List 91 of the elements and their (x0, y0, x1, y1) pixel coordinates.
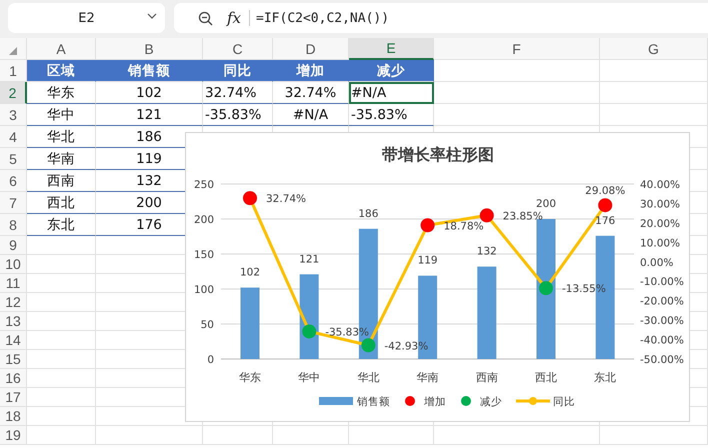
table-cell: 西北 (27, 192, 96, 214)
data-label: 23.85% (502, 210, 543, 222)
select-all-icon[interactable] (9, 47, 17, 55)
row-header[interactable]: 17 (0, 388, 27, 407)
row-header[interactable]: 3 (0, 104, 27, 126)
category-label: 华南 (416, 371, 439, 384)
row-header[interactable]: 6 (0, 170, 27, 192)
formula-text[interactable]: =IF(C2<0,C2,NA()) (256, 10, 390, 26)
row-header[interactable]: 5 (0, 148, 27, 170)
row-header[interactable]: 7 (0, 192, 27, 214)
category-label: 东北 (594, 371, 616, 384)
axis-label: 50 (200, 319, 214, 331)
axis-label: -10.00% (640, 276, 684, 288)
chart-title: 带增长率柱形图 (382, 145, 494, 164)
column-header[interactable]: B (96, 38, 203, 60)
column-header[interactable]: C (203, 38, 273, 60)
axis-label: -20.00% (640, 296, 684, 308)
category-label: 西北 (535, 371, 557, 384)
table-cell: #N/A (349, 82, 434, 104)
row-header[interactable]: 9 (0, 236, 27, 255)
fx-label[interactable]: fx (227, 10, 250, 26)
column-header[interactable]: G (600, 38, 708, 60)
zoom-out-icon[interactable] (198, 10, 213, 26)
data-label: 176 (595, 214, 616, 227)
header-cell: 销售额 (96, 60, 203, 82)
column-header[interactable]: F (434, 38, 600, 60)
column-header[interactable]: E (349, 38, 434, 60)
table-cell: 102 (96, 82, 203, 104)
data-label: 18.78% (444, 220, 484, 232)
table-cell: 华东 (27, 82, 96, 104)
column-header[interactable]: A (27, 38, 96, 60)
chevron-down-icon[interactable] (147, 13, 157, 19)
category-label: 华中 (298, 371, 320, 384)
header-cell: 增加 (273, 60, 349, 82)
table-cell: #N/A (273, 104, 349, 126)
data-label: 186 (358, 208, 378, 220)
row-header[interactable]: 4 (0, 126, 27, 148)
legend-label: 同比 (553, 396, 575, 408)
table-cell: 华南 (27, 148, 96, 170)
header-cell: 减少 (349, 60, 434, 82)
header-cell: 同比 (203, 60, 273, 82)
legend-label: 减少 (480, 396, 502, 408)
data-label: 132 (476, 246, 497, 258)
row-header[interactable]: 2 (0, 82, 27, 104)
data-label: 121 (299, 253, 320, 266)
row-header[interactable]: 19 (0, 426, 27, 445)
axis-label: 100 (194, 284, 214, 296)
row-header[interactable]: 14 (0, 331, 27, 350)
table-cell: 西南 (27, 170, 96, 192)
data-label: 29.08% (585, 185, 626, 198)
axis-label: 30.00% (640, 198, 680, 210)
legend-label: 销售额 (357, 396, 390, 408)
row-header[interactable]: 11 (0, 274, 27, 293)
category-label: 华东 (239, 371, 261, 384)
row-header[interactable]: 8 (0, 214, 27, 236)
cell-reference: E2 (78, 10, 95, 26)
category-label: 西南 (476, 371, 498, 384)
axis-label: 150 (194, 249, 214, 261)
row-header[interactable]: 1 (0, 60, 27, 82)
axis-label: 40.00% (640, 179, 680, 191)
legend-label: 增加 (424, 396, 446, 408)
row-header[interactable]: 16 (0, 369, 27, 388)
data-label: 119 (418, 254, 438, 267)
column-header[interactable]: D (273, 38, 349, 60)
row-header[interactable]: 12 (0, 293, 27, 312)
axis-label: 0.00% (640, 256, 674, 269)
axis-label: 10.00% (640, 237, 680, 250)
table-cell: 32.74% (273, 82, 349, 104)
table-cell: -35.83% (203, 104, 273, 126)
table-cell: 东北 (27, 214, 96, 236)
data-label: 32.74% (266, 193, 306, 206)
axis-label: 20.00% (640, 218, 680, 230)
table-cell: 华中 (27, 104, 96, 126)
axis-label: 0 (207, 354, 214, 366)
row-header[interactable]: 15 (0, 350, 27, 369)
row-header[interactable]: 13 (0, 312, 27, 331)
axis-label: -40.00% (640, 334, 684, 347)
formula-bar[interactable]: fx =IF(C2<0,C2,NA()) (174, 3, 708, 33)
table-cell: 华北 (27, 126, 96, 148)
data-label: 200 (536, 198, 556, 210)
row-header[interactable]: 10 (0, 255, 27, 274)
axis-label: -30.00% (640, 315, 684, 328)
axis-label: -50.00% (640, 354, 684, 366)
name-box[interactable]: E2 (8, 3, 165, 33)
table-cell: -35.83% (349, 104, 434, 126)
data-label: 102 (240, 266, 260, 279)
row-header[interactable]: 18 (0, 407, 27, 426)
table-cell: 32.74% (203, 82, 273, 104)
header-cell: 区域 (27, 60, 96, 82)
category-label: 华北 (357, 371, 380, 384)
table-cell: 121 (96, 104, 203, 126)
